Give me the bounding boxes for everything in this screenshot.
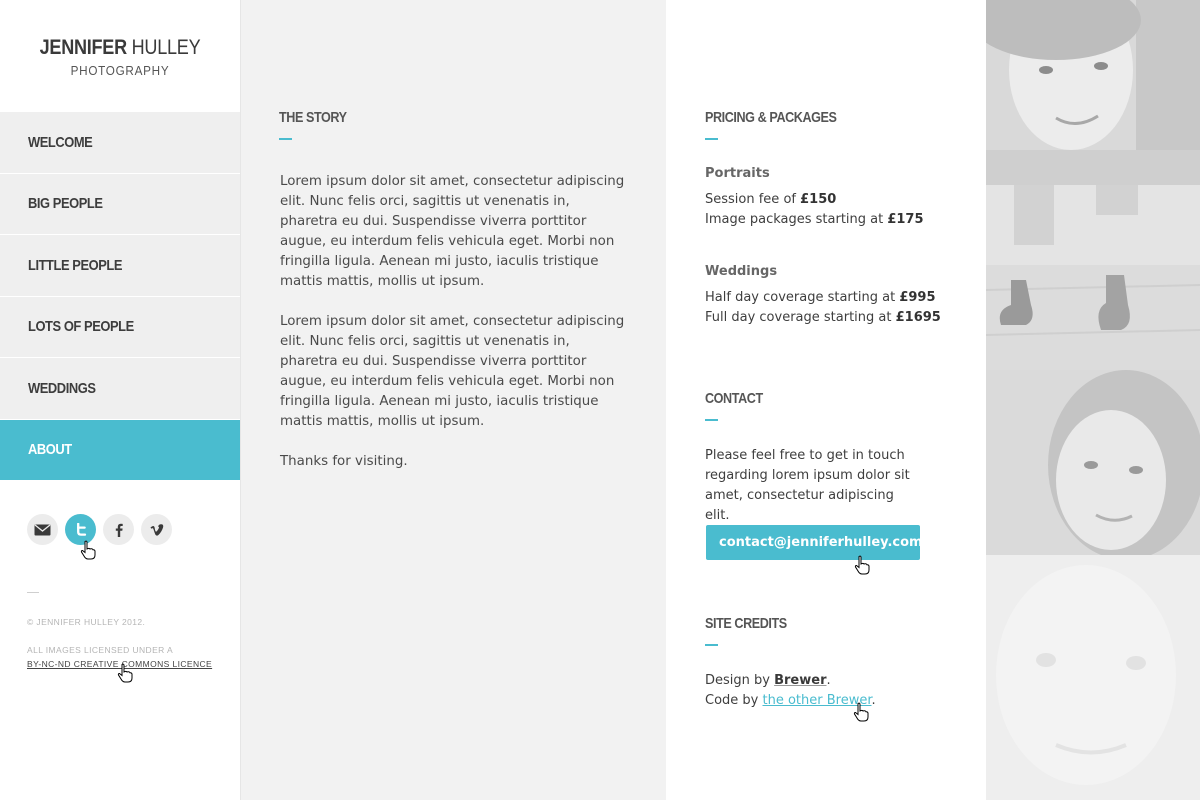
vimeo-button[interactable]: [141, 514, 172, 545]
twitter-button[interactable]: [65, 514, 96, 545]
session-fee-price: £150: [800, 192, 837, 207]
info-column: PRICING & PACKAGES Portraits Session fee…: [666, 0, 986, 800]
nav-item-label: ABOUT: [28, 441, 72, 459]
packages-label: Image packages starting at: [705, 212, 888, 227]
photo-child-image: [986, 555, 1200, 800]
portraits-pricing: Portraits Session fee of £150 Image pack…: [705, 166, 924, 230]
copyright-text: © JENNIFER HULLEY 2012.: [27, 617, 146, 627]
half-day-line: Half day coverage starting at £995: [705, 288, 941, 308]
facebook-icon: [115, 523, 123, 537]
credits-title-text: SITE CREDITS: [705, 615, 787, 632]
logo-name: JENNIFER HULLEY: [17, 36, 223, 60]
site-logo[interactable]: JENNIFER HULLEY PHOTOGRAPHY: [0, 36, 240, 78]
story-body: Lorem ipsum dolor sit amet, consectetur …: [280, 172, 630, 492]
accent-divider: [705, 644, 718, 646]
mail-button[interactable]: [27, 514, 58, 545]
design-credit-label: Design by: [705, 673, 775, 688]
contact-text: Please feel free to get in touch regardi…: [705, 448, 910, 523]
accent-divider: [279, 138, 292, 140]
half-day-label: Half day coverage starting at: [705, 290, 900, 305]
nav-item-label: WEDDINGS: [28, 379, 96, 397]
accent-divider: [705, 419, 718, 421]
nav-item-welcome[interactable]: WELCOME: [0, 112, 240, 174]
photo-girl-portrait[interactable]: [986, 370, 1200, 555]
nav-item-label: LOTS OF PEOPLE: [28, 318, 134, 336]
design-credit-link[interactable]: Brewer: [774, 673, 826, 688]
mail-icon: [34, 523, 51, 535]
photo-strip: [986, 0, 1200, 800]
weddings-pricing: Weddings Half day coverage starting at £…: [705, 264, 941, 328]
portraits-heading: Portraits: [705, 166, 770, 181]
full-day-line: Full day coverage starting at £1695: [705, 308, 941, 328]
nav-item-big-people[interactable]: BIG PEOPLE: [0, 173, 240, 235]
social-links: [27, 514, 172, 545]
accent-divider: [705, 138, 718, 140]
sidebar: JENNIFER HULLEY PHOTOGRAPHY WELCOME BIG …: [0, 0, 241, 800]
pricing-title: PRICING & PACKAGES: [705, 109, 862, 126]
main-nav: WELCOME BIG PEOPLE LITTLE PEOPLE LOTS OF…: [0, 112, 240, 481]
pricing-title-text: PRICING & PACKAGES: [705, 109, 837, 126]
licence-intro-text: ALL IMAGES LICENSED UNDER A: [27, 645, 174, 655]
nav-item-little-people[interactable]: LITTLE PEOPLE: [0, 235, 240, 297]
photo-boy-portrait[interactable]: [986, 0, 1200, 185]
photo-shoes-image: [986, 185, 1200, 370]
footer-divider: [27, 592, 39, 593]
session-fee-line: Session fee of £150: [705, 190, 924, 210]
half-day-price: £995: [899, 290, 936, 305]
twitter-icon: [76, 523, 86, 536]
nav-item-label: BIG PEOPLE: [28, 195, 103, 213]
facebook-button[interactable]: [103, 514, 134, 545]
licence-link[interactable]: BY-NC-ND CREATIVE COMMONS LICENCE: [27, 659, 212, 669]
nav-item-about[interactable]: ABOUT: [0, 419, 240, 481]
nav-item-weddings[interactable]: WEDDINGS: [0, 358, 240, 420]
story-title-text: THE STORY: [279, 109, 347, 126]
story-paragraph: Lorem ipsum dolor sit amet, consectetur …: [280, 314, 625, 429]
full-day-label: Full day coverage starting at: [705, 310, 896, 325]
pricing-section: PRICING & PACKAGES: [705, 109, 862, 140]
story-title: THE STORY: [279, 109, 360, 126]
code-credit-end: .: [871, 693, 876, 708]
photo-boy-image: [986, 0, 1200, 185]
logo-last-name: HULLEY: [131, 36, 201, 59]
session-fee-label: Session fee of: [705, 192, 801, 207]
contact-section: CONTACT: [705, 390, 774, 421]
full-day-price: £1695: [895, 310, 941, 325]
story-closing: Thanks for visiting.: [280, 454, 408, 469]
design-credit: Design by Brewer.: [705, 671, 831, 691]
vimeo-icon: [150, 523, 163, 536]
credits-title: SITE CREDITS: [705, 615, 802, 632]
packages-price: £175: [887, 212, 924, 227]
code-credit-link[interactable]: the other Brewer: [763, 693, 872, 708]
code-credit-label: Code by: [705, 693, 763, 708]
logo-subtitle: PHOTOGRAPHY: [70, 63, 170, 78]
contact-title: CONTACT: [705, 390, 774, 407]
packages-line: Image packages starting at £175: [705, 210, 924, 230]
nav-item-label: WELCOME: [28, 133, 93, 151]
design-credit-end: .: [826, 673, 831, 688]
photo-girl-image: [986, 370, 1200, 555]
logo-first-name: JENNIFER: [39, 36, 128, 59]
contact-title-text: CONTACT: [705, 390, 763, 407]
story-paragraph: Lorem ipsum dolor sit amet, consectetur …: [280, 174, 625, 289]
code-credit: Code by the other Brewer.: [705, 691, 876, 711]
photo-shoes[interactable]: [986, 185, 1200, 370]
story-column: THE STORY Lorem ipsum dolor sit amet, co…: [241, 0, 666, 800]
nav-item-lots-of-people[interactable]: LOTS OF PEOPLE: [0, 296, 240, 358]
weddings-heading: Weddings: [705, 264, 778, 279]
photo-child-closeup[interactable]: [986, 555, 1200, 800]
credits-section: SITE CREDITS: [705, 615, 802, 646]
contact-email-button[interactable]: contact@jenniferhulley.com: [706, 525, 923, 560]
nav-item-label: LITTLE PEOPLE: [28, 256, 123, 274]
story-section: THE STORY: [279, 109, 360, 140]
